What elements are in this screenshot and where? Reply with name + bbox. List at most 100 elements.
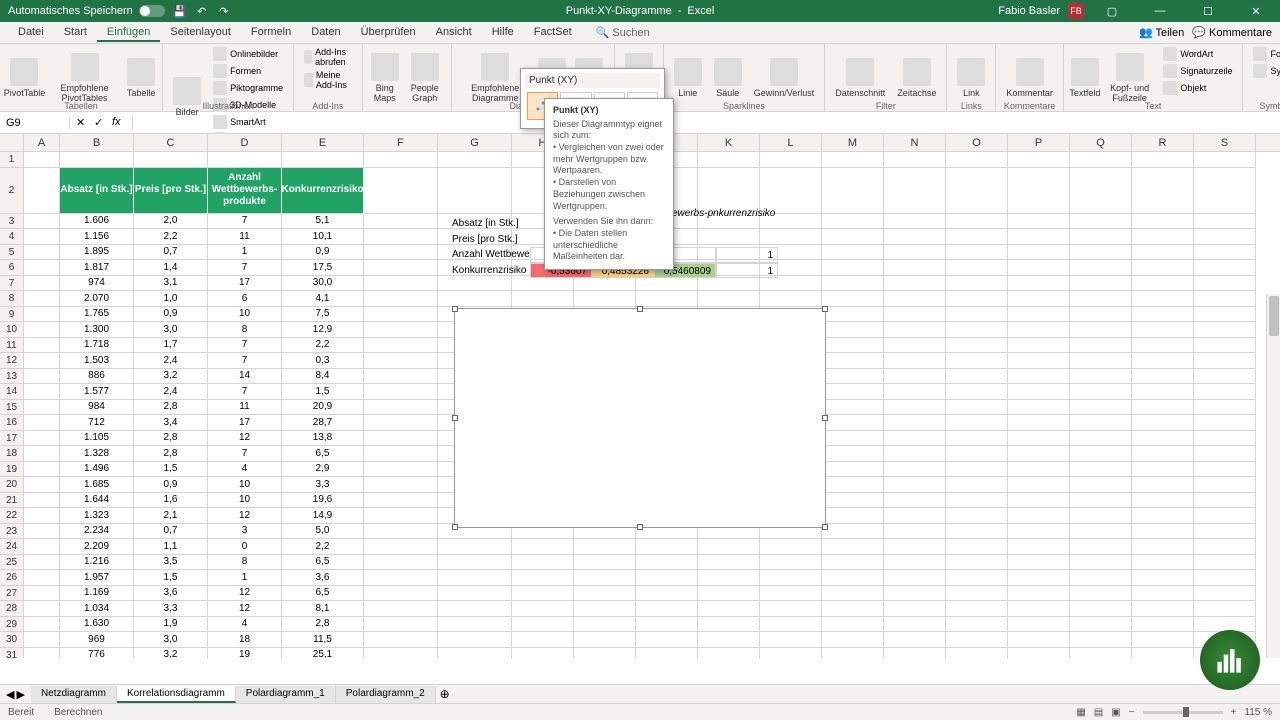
cell-E8[interactable]: 4,1: [282, 291, 364, 307]
row-header-29[interactable]: 29: [0, 617, 23, 633]
cell-L25[interactable]: [760, 555, 822, 571]
cell-P11[interactable]: [1008, 338, 1070, 354]
cell-R23[interactable]: [1132, 524, 1194, 540]
cell-Q26[interactable]: [1070, 570, 1132, 586]
ribbon-bing-maps[interactable]: Bing Maps: [369, 46, 401, 109]
cell-B6[interactable]: 1.817: [60, 260, 134, 276]
cell-B30[interactable]: 969: [60, 632, 134, 648]
cell-Q4[interactable]: [1070, 229, 1132, 245]
row-header-20[interactable]: 20: [0, 477, 23, 493]
cell-Q18[interactable]: [1070, 446, 1132, 462]
cell-O15[interactable]: [946, 400, 1008, 416]
cell-K29[interactable]: [698, 617, 760, 633]
cell-F13[interactable]: [364, 369, 438, 385]
cell-A27[interactable]: [24, 586, 60, 602]
row-header-18[interactable]: 18: [0, 446, 23, 462]
cell-E25[interactable]: 6,5: [282, 555, 364, 571]
ribbon-signaturzeile[interactable]: Signaturzeile: [1159, 63, 1236, 79]
cell-D21[interactable]: 10: [208, 493, 282, 509]
col-header-C[interactable]: C: [134, 134, 208, 151]
ribbon-meine-add-ins[interactable]: Meine Add-Ins: [300, 69, 356, 91]
cell-F3[interactable]: [364, 214, 438, 230]
cell-F22[interactable]: [364, 508, 438, 524]
cell-C17[interactable]: 2,8: [134, 431, 208, 447]
cell-C20[interactable]: 0,9: [134, 477, 208, 493]
cell-I25[interactable]: [574, 555, 636, 571]
cell-F15[interactable]: [364, 400, 438, 416]
col-header-O[interactable]: O: [946, 134, 1008, 151]
cell-S18[interactable]: [1194, 446, 1256, 462]
cell-C25[interactable]: 3,5: [134, 555, 208, 571]
cell-A7[interactable]: [24, 276, 60, 292]
undo-icon[interactable]: ↶: [195, 4, 209, 18]
cell-N24[interactable]: [884, 539, 946, 555]
cell-P9[interactable]: [1008, 307, 1070, 323]
cell-G27[interactable]: [438, 586, 512, 602]
row-header-31[interactable]: 31: [0, 648, 23, 659]
cell-N1[interactable]: [884, 152, 946, 168]
cell-F6[interactable]: [364, 260, 438, 276]
cell-F31[interactable]: [364, 648, 438, 659]
cell-D8[interactable]: 6: [208, 291, 282, 307]
cell-E1[interactable]: [282, 152, 364, 168]
cell-H28[interactable]: [512, 601, 574, 617]
cell-E31[interactable]: 25,1: [282, 648, 364, 659]
cell-N20[interactable]: [884, 477, 946, 493]
cell-M6[interactable]: [822, 260, 884, 276]
cell-E9[interactable]: 7,5: [282, 307, 364, 323]
cell-N11[interactable]: [884, 338, 946, 354]
cell-O28[interactable]: [946, 601, 1008, 617]
cell-G26[interactable]: [438, 570, 512, 586]
cell-C23[interactable]: 0,7: [134, 524, 208, 540]
cell-E23[interactable]: 5,0: [282, 524, 364, 540]
add-sheet-button[interactable]: ⊕: [436, 687, 454, 701]
cell-N5[interactable]: [884, 245, 946, 261]
cell-M27[interactable]: [822, 586, 884, 602]
cell-P14[interactable]: [1008, 384, 1070, 400]
cell-C15[interactable]: 2,8: [134, 400, 208, 416]
cell-H25[interactable]: [512, 555, 574, 571]
cell-Q22[interactable]: [1070, 508, 1132, 524]
cell-G31[interactable]: [438, 648, 512, 659]
cell-O11[interactable]: [946, 338, 1008, 354]
cell-B11[interactable]: 1.718: [60, 338, 134, 354]
cell-Q5[interactable]: [1070, 245, 1132, 261]
zoom-out-button[interactable]: −: [1129, 707, 1135, 718]
cell-S7[interactable]: [1194, 276, 1256, 292]
col-header-B[interactable]: B: [60, 134, 134, 151]
resize-handle[interactable]: [452, 306, 458, 312]
col-header-Q[interactable]: Q: [1070, 134, 1132, 151]
ribbon-formel[interactable]: Formel: [1249, 46, 1280, 62]
cell-N22[interactable]: [884, 508, 946, 524]
resize-handle[interactable]: [452, 415, 458, 421]
col-header-N[interactable]: N: [884, 134, 946, 151]
cell-A28[interactable]: [24, 601, 60, 617]
cell-L31[interactable]: [760, 648, 822, 659]
cell-D7[interactable]: 17: [208, 276, 282, 292]
cell-A16[interactable]: [24, 415, 60, 431]
ribbon-people-graph[interactable]: People Graph: [405, 46, 445, 109]
row-header-22[interactable]: 22: [0, 508, 23, 524]
ribbon-objekt[interactable]: Objekt: [1159, 80, 1236, 96]
cell-D20[interactable]: 10: [208, 477, 282, 493]
cell-J29[interactable]: [636, 617, 698, 633]
ribbon-bilder[interactable]: Bilder: [169, 46, 205, 147]
cell-R21[interactable]: [1132, 493, 1194, 509]
cell-R4[interactable]: [1132, 229, 1194, 245]
cell-C12[interactable]: 2,4: [134, 353, 208, 369]
cell-P2[interactable]: [1008, 168, 1070, 214]
cell-F2[interactable]: [364, 168, 438, 214]
cell-F10[interactable]: [364, 322, 438, 338]
cell-P6[interactable]: [1008, 260, 1070, 276]
cell-D15[interactable]: 11: [208, 400, 282, 416]
cell-D22[interactable]: 12: [208, 508, 282, 524]
cell-M14[interactable]: [822, 384, 884, 400]
row-header-30[interactable]: 30: [0, 632, 23, 648]
cell-A4[interactable]: [24, 229, 60, 245]
cell-C29[interactable]: 1,9: [134, 617, 208, 633]
cell-F12[interactable]: [364, 353, 438, 369]
row-header-13[interactable]: 13: [0, 369, 23, 385]
cell-Q17[interactable]: [1070, 431, 1132, 447]
cell-M23[interactable]: [822, 524, 884, 540]
cell-R27[interactable]: [1132, 586, 1194, 602]
